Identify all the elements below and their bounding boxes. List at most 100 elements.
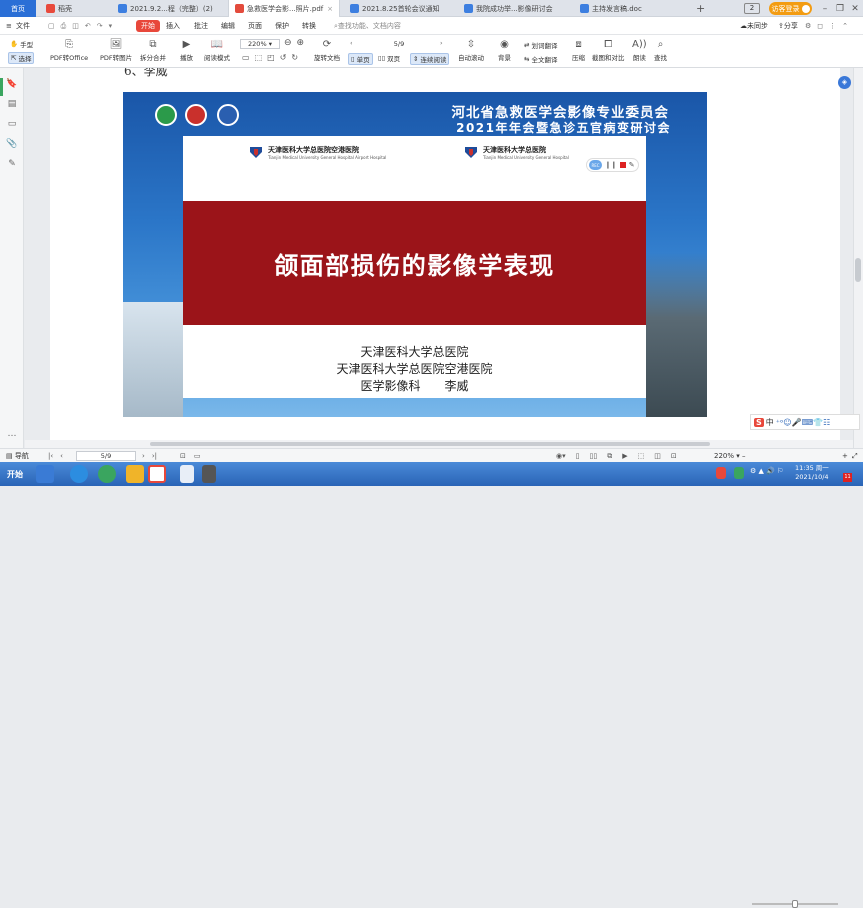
horizontal-scroll-thumb[interactable] [150, 442, 710, 446]
close-tab-icon[interactable]: × [327, 5, 333, 13]
wps-taskbar-icon[interactable] [148, 465, 166, 483]
more-icon[interactable]: ⋮ [829, 22, 836, 30]
single-page-button[interactable]: ▯ 单页 [348, 53, 373, 65]
new-tab-button[interactable]: + [690, 0, 706, 17]
status-zoom[interactable]: 220% ▾ [714, 450, 740, 462]
read-aloud-button[interactable]: A)) 朗读 [632, 38, 647, 62]
double-view-icon[interactable]: ▯▯ [589, 452, 597, 460]
last-page-icon[interactable]: ›| [152, 452, 157, 460]
full-translate-button[interactable]: ⇆ 全文翻译 [524, 54, 557, 64]
tray-battery-icon[interactable] [734, 467, 744, 479]
actual-size-icon[interactable]: ◰ [267, 53, 275, 62]
eye-icon[interactable]: ◉▾ [556, 452, 566, 460]
menu-comment[interactable]: 批注 [194, 20, 208, 32]
single-view-icon[interactable]: ▯ [576, 452, 580, 460]
close-window-icon[interactable]: ✕ [848, 0, 862, 17]
tray-icons[interactable]: ⚙ ▲ 🔊 ⚐ [750, 467, 790, 479]
more-icon[interactable]: … [6, 428, 18, 440]
tab-speech[interactable]: 主持发言稿.doc [574, 0, 686, 17]
rotate-left-icon[interactable]: ↺ [280, 53, 287, 62]
browser-360-icon[interactable] [98, 465, 116, 483]
open-icon[interactable]: ▢ [48, 22, 55, 30]
word-translate-button[interactable]: ⇄ 划词翻译 [524, 40, 557, 50]
page-input[interactable]: 5/9 [360, 38, 438, 49]
zoom-in-icon[interactable]: ⊕ [297, 38, 305, 48]
rotate-right-icon[interactable]: ↻ [291, 53, 298, 62]
select-tool[interactable]: ⇱ 选择 [8, 52, 35, 64]
search-box[interactable]: ⌕ 查找功能、文档内容 [334, 20, 401, 32]
first-page-icon[interactable]: |‹ [48, 452, 53, 460]
menu-protect[interactable]: 保护 [275, 20, 289, 32]
fit-width-icon[interactable]: ⬚ [255, 53, 263, 62]
record-toggle[interactable]: REC [589, 160, 602, 170]
hamburger-icon[interactable]: ≡ [6, 20, 12, 32]
compress-button[interactable]: ⧈ 压缩 [572, 38, 585, 62]
read-mode-button[interactable]: 📖 阅读模式 [204, 38, 230, 62]
hand-tool[interactable]: ✋ 手型 [10, 39, 33, 49]
actual-size-icon[interactable]: ◫ [654, 452, 661, 460]
share-button[interactable]: ⇪ 分享 [778, 20, 798, 32]
rotate-doc-button[interactable]: ⟳ 旋转文档 [314, 38, 340, 62]
search-taskbar-icon[interactable] [36, 465, 54, 483]
restore-icon[interactable]: ❐ [833, 0, 847, 17]
tab-active-pdf[interactable]: 急救医学会影...照片.pdf × [228, 0, 340, 17]
note-icon[interactable]: ▭ [194, 452, 201, 460]
next-page-icon[interactable]: › [142, 452, 145, 460]
background-button[interactable]: ◉ 背景 [498, 38, 511, 62]
thumbnail-icon[interactable]: ▤ [6, 98, 18, 110]
tab-docer[interactable]: 稻壳 [40, 0, 110, 17]
zoom-slider-thumb[interactable] [792, 900, 798, 908]
print-icon[interactable]: ⎙ [61, 22, 67, 31]
menu-page[interactable]: 页面 [248, 20, 262, 32]
app-taskbar-icon[interactable] [202, 465, 216, 483]
sync-status[interactable]: ☁ 未同步 [740, 20, 768, 32]
tab-schedule[interactable]: 2021.9.2...程（完整）(2) [112, 0, 226, 17]
fit-page-icon[interactable]: ⊡ [180, 452, 186, 460]
annotation-icon[interactable]: ▭ [6, 118, 18, 130]
play-button[interactable]: ▶ 播放 [180, 38, 193, 62]
presentation-controls[interactable]: REC ❙❙ ✎ [586, 158, 639, 172]
tab-notice[interactable]: 2021.8.25首轮会议通知 [344, 0, 456, 17]
floating-assistant-icon[interactable]: ◈ [838, 76, 851, 89]
menu-insert[interactable]: 插入 [166, 20, 180, 32]
double-page-button[interactable]: ▯▯ 双页 [378, 53, 400, 63]
zoom-out-icon[interactable]: ⊖ [284, 38, 292, 48]
ie-browser-icon[interactable] [70, 465, 88, 483]
pdf-to-office-button[interactable]: ⎘ PDF转Office [50, 38, 88, 62]
zoom-in-icon[interactable]: + [842, 450, 848, 462]
prev-page-icon[interactable]: ‹ [350, 39, 353, 47]
fullscreen-icon[interactable]: ⤢ [852, 450, 858, 462]
pen-icon[interactable]: ✎ [629, 161, 635, 169]
ime-toolbar[interactable]: S 中 ⁺ᵒ☺🎤⌨👕☷ [750, 414, 860, 430]
ime-tools-icon[interactable]: ⁺ᵒ☺🎤⌨👕☷ [776, 418, 831, 427]
undo-icon[interactable]: ↶ [85, 22, 91, 30]
comment-icon[interactable]: ◻ [817, 22, 823, 30]
zoom-out-icon[interactable]: – [742, 450, 746, 462]
menu-convert[interactable]: 转换 [302, 20, 316, 32]
ime-mode[interactable]: 中 [766, 417, 774, 428]
attachment-icon[interactable]: 📎 [6, 138, 18, 150]
dropdown-icon[interactable]: ▾ [109, 22, 113, 30]
fit-icon[interactable]: ⊡ [671, 452, 677, 460]
split-merge-button[interactable]: ⧉ 拆分合并 [140, 38, 166, 62]
collapse-icon[interactable]: ⌃ [842, 22, 848, 30]
document-taskbar-icon[interactable] [180, 465, 194, 483]
menu-file[interactable]: 文件 [16, 20, 30, 32]
fit-page-icon[interactable]: ▭ [242, 53, 250, 62]
bookmark-icon[interactable]: 🔖 [6, 78, 18, 90]
nav-toggle[interactable]: ▤ 导航 [6, 450, 29, 462]
find-button[interactable]: ⌕ 查找 [654, 38, 667, 62]
minimize-icon[interactable]: – [818, 0, 832, 17]
menu-edit[interactable]: 编辑 [221, 20, 235, 32]
stop-icon[interactable] [619, 162, 626, 168]
next-page-icon[interactable]: › [440, 39, 443, 47]
book-view-icon[interactable]: ⧉ [607, 452, 612, 461]
start-button[interactable]: 开始 [0, 462, 30, 486]
tab-home[interactable]: 首页 [0, 0, 36, 17]
screenshot-compare-button[interactable]: ⧠ 截图和对比 [592, 38, 625, 62]
redo-icon[interactable]: ↷ [97, 22, 103, 30]
tray-sogou-icon[interactable] [716, 467, 726, 479]
signature-icon[interactable]: ✎ [6, 158, 18, 170]
clock[interactable]: 11:35 周一 2021/10/4 [795, 464, 829, 482]
continuous-read-button[interactable]: ⇕ 连续阅读 [410, 53, 450, 65]
